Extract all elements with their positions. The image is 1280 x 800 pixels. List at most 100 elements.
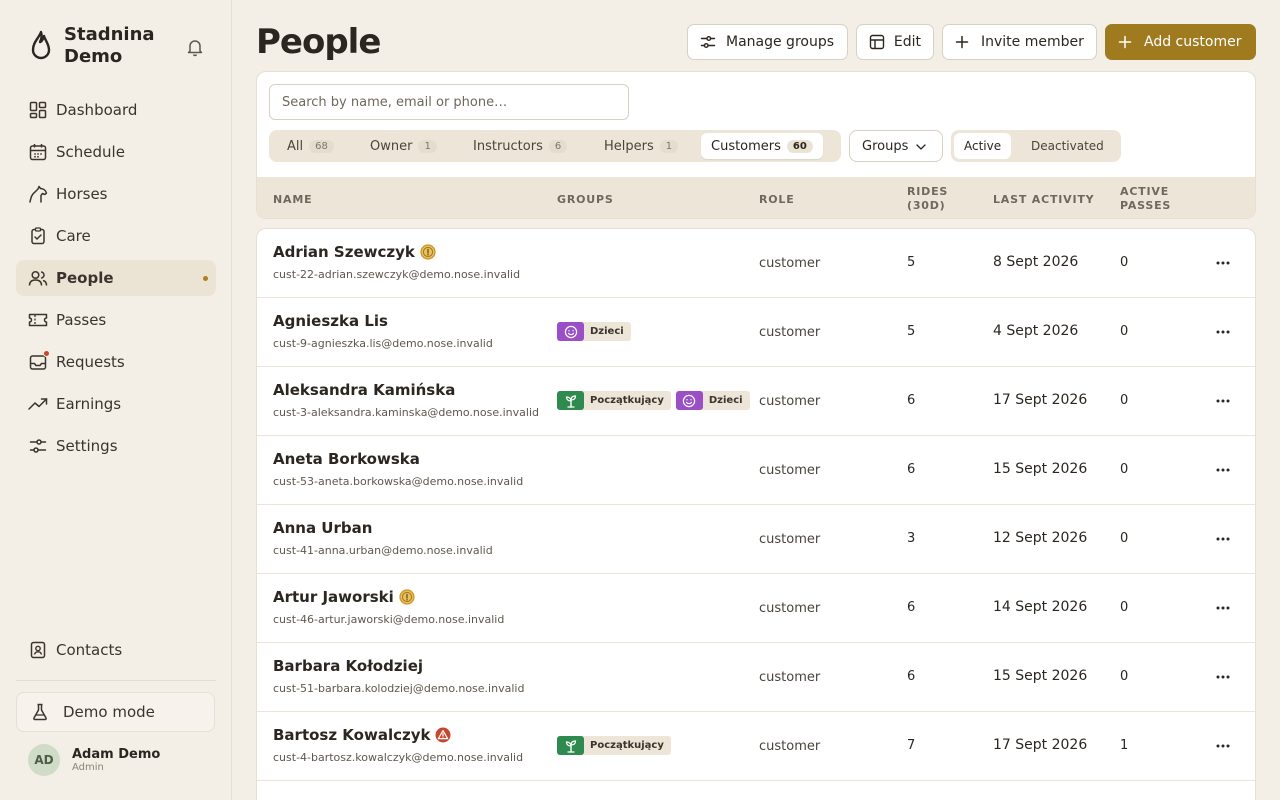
more-options-icon[interactable] — [1211, 667, 1235, 687]
active-indicator — [203, 276, 208, 281]
status-deactivated-toggle[interactable]: Deactivated — [1021, 133, 1114, 159]
table-row[interactable]: Aneta Borkowska cust-53-aneta.borkowska@… — [257, 436, 1255, 505]
more-options-icon[interactable] — [1211, 322, 1235, 342]
more-options-icon[interactable] — [1211, 253, 1235, 273]
customer-rides: 6 — [907, 462, 916, 477]
bell-icon[interactable] — [184, 36, 206, 58]
groups-dropdown[interactable]: Groups — [849, 130, 943, 162]
nav-item-schedule[interactable]: Schedule — [16, 134, 216, 170]
trend-up-icon — [28, 394, 48, 414]
more-options-icon[interactable] — [1211, 391, 1235, 411]
column-rides[interactable]: RIDES (30D) — [907, 185, 967, 213]
customer-role: customer — [759, 325, 821, 340]
customer-email: cust-46-artur.jaworski@demo.nose.invalid — [273, 613, 505, 626]
column-groups[interactable]: GROUPS — [557, 193, 614, 207]
group-badge-label: Dzieci — [708, 395, 743, 406]
customer-last-activity: 15 Sept 2026 — [993, 461, 1088, 477]
main-nav: Dashboard Schedule Horses Care People Pa… — [16, 92, 216, 470]
invite-member-button[interactable]: Invite member — [942, 24, 1097, 60]
tab-customers[interactable]: Customers 60 — [701, 133, 823, 159]
customer-rides: 3 — [907, 531, 916, 546]
customer-active-passes: 0 — [1120, 324, 1129, 339]
warning-red-icon — [435, 727, 451, 743]
demo-mode-button[interactable]: Demo mode — [16, 692, 215, 732]
notification-dot — [43, 350, 50, 357]
more-options-icon[interactable] — [1211, 736, 1235, 756]
tab-label: Owner — [370, 138, 413, 154]
nav-item-contacts[interactable]: Contacts — [16, 632, 216, 668]
plus-icon — [1118, 33, 1136, 51]
nav-item-passes[interactable]: Passes — [16, 302, 216, 338]
customer-role: customer — [759, 739, 821, 754]
nav-label: Dashboard — [56, 101, 138, 119]
add-customer-label: Add customer — [1144, 34, 1242, 50]
customer-name[interactable]: Anna Urban — [273, 519, 372, 537]
customer-name[interactable]: Artur Jaworski — [273, 588, 415, 606]
brand[interactable]: Stadnina Demo — [30, 24, 164, 68]
customer-role: customer — [759, 394, 821, 409]
nav-item-settings[interactable]: Settings — [16, 428, 216, 464]
customer-rides: 5 — [907, 255, 916, 270]
user-menu[interactable]: AD Adam Demo Admin — [28, 744, 160, 776]
nav-item-dashboard[interactable]: Dashboard — [16, 92, 216, 128]
table-row[interactable]: Bartosz Kowalczyk cust-4-bartosz.kowalcz… — [257, 712, 1255, 781]
status-active-toggle[interactable]: Active — [954, 133, 1012, 159]
table-row[interactable]: Anna Urban cust-41-anna.urban@demo.nose.… — [257, 505, 1255, 574]
add-customer-button[interactable]: Add customer — [1105, 24, 1256, 60]
column-active-passes[interactable]: ACTIVE PASSES — [1120, 185, 1180, 213]
table-row[interactable]: Aleksandra Kamińska cust-3-aleksandra.ka… — [257, 367, 1255, 436]
customer-name[interactable]: Aneta Borkowska — [273, 450, 420, 468]
table-row[interactable]: Barbara Kołodziej cust-51-barbara.kolodz… — [257, 643, 1255, 712]
nav-label: Care — [56, 227, 91, 245]
customer-name[interactable]: Agnieszka Lis — [273, 312, 388, 330]
nav-item-people[interactable]: People — [16, 260, 216, 296]
search-input[interactable] — [269, 84, 629, 120]
table-row[interactable]: Agnieszka Lis cust-9-agnieszka.lis@demo.… — [257, 298, 1255, 367]
customer-email: cust-51-barbara.kolodziej@demo.nose.inva… — [273, 682, 525, 695]
nav-item-requests[interactable]: Requests — [16, 344, 216, 380]
more-options-icon[interactable] — [1211, 529, 1235, 549]
people-table: Adrian Szewczyk cust-22-adrian.szewczyk@… — [256, 228, 1256, 800]
tab-all[interactable]: All 68 — [277, 133, 344, 159]
edit-button[interactable]: Edit — [856, 24, 934, 60]
tab-instructors[interactable]: Instructors 6 — [463, 133, 577, 159]
customer-name[interactable]: Aleksandra Kamińska — [273, 381, 455, 399]
customer-role: customer — [759, 256, 821, 271]
customer-name[interactable]: Barbara Kołodziej — [273, 657, 423, 675]
customer-rides: 6 — [907, 669, 916, 684]
customer-name[interactable]: Adrian Szewczyk — [273, 243, 436, 261]
flask-icon — [31, 702, 51, 722]
customer-name[interactable]: Bartosz Kowalczyk — [273, 726, 451, 744]
customer-active-passes: 0 — [1120, 531, 1129, 546]
info-gold-icon — [420, 244, 436, 260]
customer-last-activity: 8 Sept 2026 — [993, 254, 1079, 270]
more-options-icon[interactable] — [1211, 598, 1235, 618]
table-row[interactable]: Artur Jaworski cust-46-artur.jaworski@de… — [257, 574, 1255, 643]
column-name[interactable]: NAME — [273, 193, 312, 207]
group-green-icon — [557, 391, 584, 410]
tab-count: 1 — [418, 139, 437, 153]
manage-groups-button[interactable]: Manage groups — [687, 24, 848, 60]
nav-item-care[interactable]: Care — [16, 218, 216, 254]
invite-member-label: Invite member — [981, 34, 1084, 50]
dashboard-icon — [28, 100, 48, 120]
more-options-icon[interactable] — [1211, 460, 1235, 480]
column-last-activity[interactable]: LAST ACTIVITY — [993, 193, 1094, 207]
customer-name-text: Aneta Borkowska — [273, 450, 420, 468]
column-role[interactable]: ROLE — [759, 193, 795, 207]
customer-name-text: Bartosz Kowalczyk — [273, 726, 431, 744]
page-title: People — [256, 22, 381, 62]
customer-role: customer — [759, 601, 821, 616]
nav-item-horses[interactable]: Horses — [16, 176, 216, 212]
tab-owner[interactable]: Owner 1 — [360, 133, 447, 159]
customer-last-activity: 17 Sept 2026 — [993, 392, 1088, 408]
people-icon — [28, 268, 48, 288]
group-purple-icon — [557, 322, 584, 341]
tab-count: 1 — [659, 139, 679, 153]
tab-helpers[interactable]: Helpers 1 — [594, 133, 688, 159]
avatar: AD — [28, 744, 60, 776]
table-row[interactable]: Adrian Szewczyk cust-22-adrian.szewczyk@… — [257, 229, 1255, 298]
tab-count: 6 — [548, 139, 568, 153]
nav-item-earnings[interactable]: Earnings — [16, 386, 216, 422]
customer-groups: Początkujący Dzieci — [557, 391, 755, 410]
